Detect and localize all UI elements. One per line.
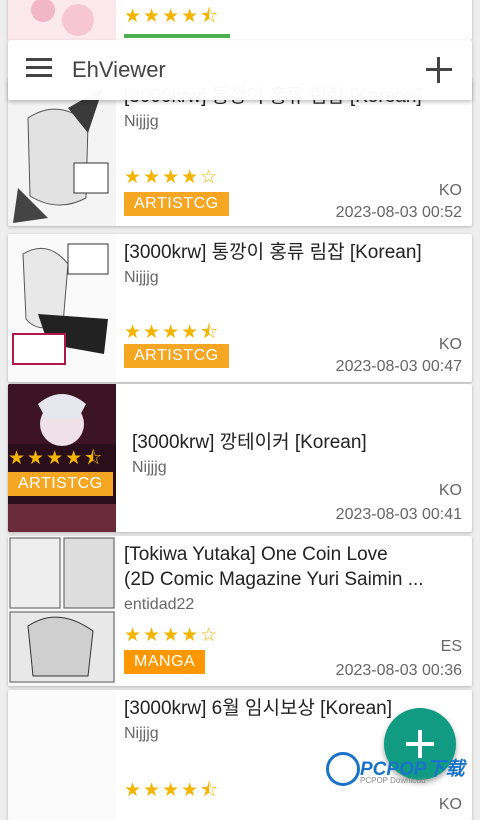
gallery-card[interactable]: [3000krw] 통깡이 홍류 림잡 [Korean] Nijjjg ★★★★…	[8, 78, 472, 226]
posted-date: 2023-08-03 00:36	[335, 662, 462, 679]
watermark-circle-icon	[326, 752, 360, 786]
posted-date: 2023-08-03 00:47	[335, 358, 462, 375]
language-label: KO	[438, 482, 462, 499]
posted-date: 2023-08-03 00:41	[335, 506, 462, 523]
language-label: KO	[438, 182, 462, 199]
gallery-card[interactable]: [Tokiwa Yutaka] One Coin Love (2D Comic …	[8, 536, 472, 686]
language-label: ES	[440, 638, 462, 655]
gallery-thumbnail	[8, 0, 116, 40]
gallery-thumbnail	[8, 536, 116, 686]
gallery-uploader: Nijjjg	[132, 459, 167, 476]
gallery-card[interactable]: [3000krw] 통깡이 홍류 림잡 [Korean] Nijjjg ★★★★…	[8, 234, 472, 382]
gallery-thumbnail	[8, 690, 116, 820]
gallery-uploader: Nijjjg	[124, 269, 159, 286]
category-badge: ARTISTCG	[124, 192, 229, 216]
gallery-uploader: Nijjjg	[124, 113, 159, 130]
gallery-title: [3000krw] 깡테이커 [Korean]	[132, 432, 367, 453]
gallery-title-line2: (2D Comic Magazine Yuri Saimin ...	[124, 569, 424, 590]
gallery-title: [Tokiwa Yutaka] One Coin Love	[124, 544, 388, 565]
rating-stars: ★★★★⯪	[124, 6, 221, 27]
category-badge: ARTISTCG	[8, 472, 113, 496]
gallery-list: ★★★★⯪ [3000krw] 통깡이 홍류 림잡 [Korean] Nijjj…	[0, 0, 480, 820]
hamburger-menu-icon[interactable]	[26, 58, 52, 82]
read-progress-bar	[124, 34, 230, 38]
category-badge: ARTISTCG	[124, 344, 229, 368]
plus-icon[interactable]	[424, 55, 454, 85]
language-label: KO	[438, 336, 462, 353]
rating-stars: ★★★★☆	[124, 625, 220, 646]
rating-stars: ★★★★⯪	[124, 780, 221, 801]
gallery-card[interactable]: ★★★★⯪ ARTISTCG [3000krw] 깡테이커 [Korean] N…	[8, 384, 472, 532]
category-badge: MANGA	[124, 650, 206, 674]
gallery-thumbnail	[8, 78, 116, 226]
watermark-subtext: PCPOP Download	[360, 776, 426, 785]
language-label: KO	[438, 796, 462, 813]
app-title: EhViewer	[72, 57, 166, 82]
gallery-thumbnail	[8, 234, 116, 382]
watermark-logo: PCPOP下载 PCPOP Download	[324, 746, 474, 786]
gallery-card-partial[interactable]: ★★★★⯪	[8, 0, 472, 40]
gallery-title: [3000krw] 통깡이 홍류 림잡 [Korean]	[124, 242, 422, 263]
rating-stars: ★★★★☆	[124, 167, 220, 188]
posted-date: 2023-08-03 00:52	[335, 204, 462, 221]
gallery-uploader: entidad22	[124, 596, 195, 613]
app-toolbar: EhViewer	[8, 40, 472, 100]
